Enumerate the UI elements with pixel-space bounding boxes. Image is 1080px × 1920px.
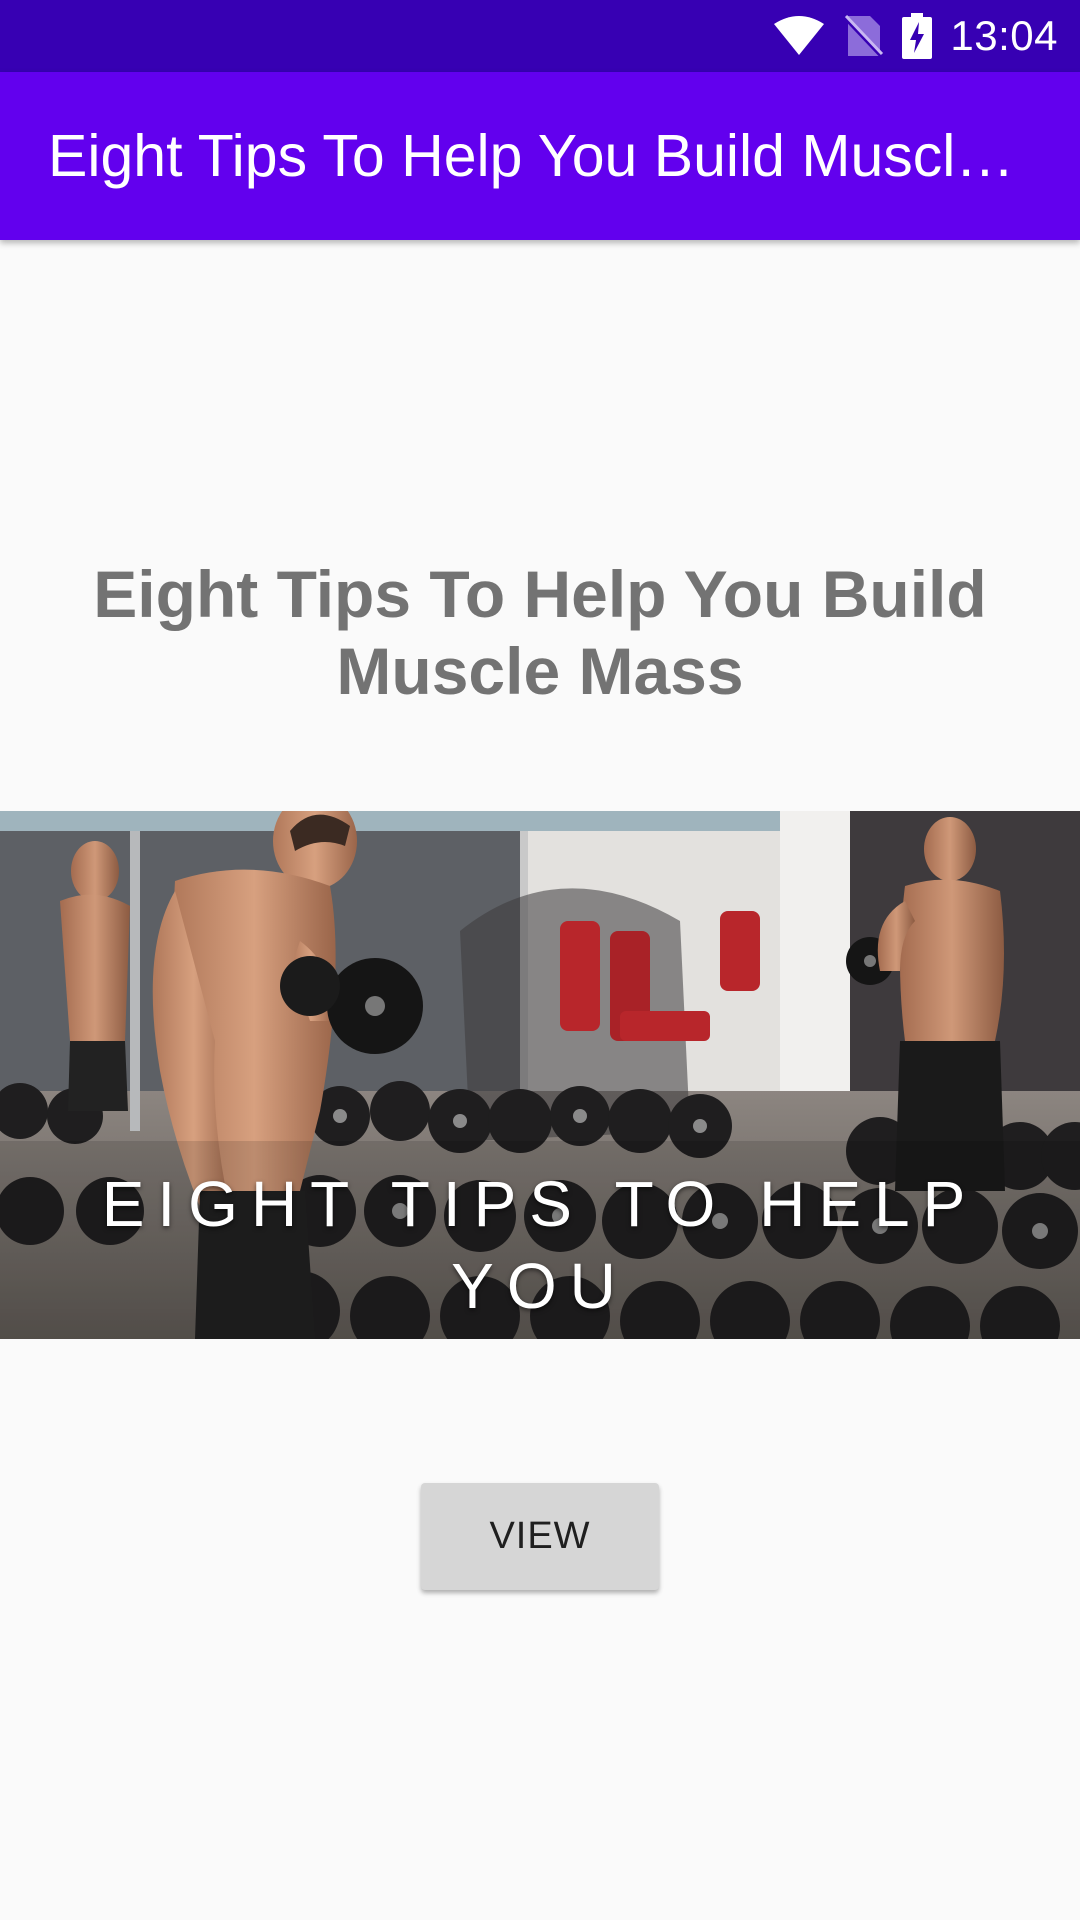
status-clock: 13:04 xyxy=(950,12,1058,59)
battery-charging-icon xyxy=(902,13,933,59)
view-button[interactable]: VIEW xyxy=(421,1483,659,1590)
hero-caption-line-2: BUILD MUSCLE MASS xyxy=(0,1327,1080,1339)
wifi-icon xyxy=(772,15,826,57)
status-bar: 13:04 xyxy=(0,0,1080,72)
app-bar: Eight Tips To Help You Build Muscle Mass xyxy=(0,72,1080,240)
status-icons: 13:04 xyxy=(772,0,1058,72)
page-headline: Eight Tips To Help You Build Muscle Mass xyxy=(93,557,987,708)
hero-caption: EIGHT TIPS TO HELP YOU BUILD MUSCLE MASS xyxy=(0,1163,1080,1339)
hero-caption-line-1: EIGHT TIPS TO HELP YOU xyxy=(101,1168,979,1322)
app-bar-title: Eight Tips To Help You Build Muscle Mass xyxy=(48,123,1018,189)
hero-image: EIGHT TIPS TO HELP YOU BUILD MUSCLE MASS xyxy=(0,811,1080,1339)
no-sim-icon xyxy=(844,14,885,58)
